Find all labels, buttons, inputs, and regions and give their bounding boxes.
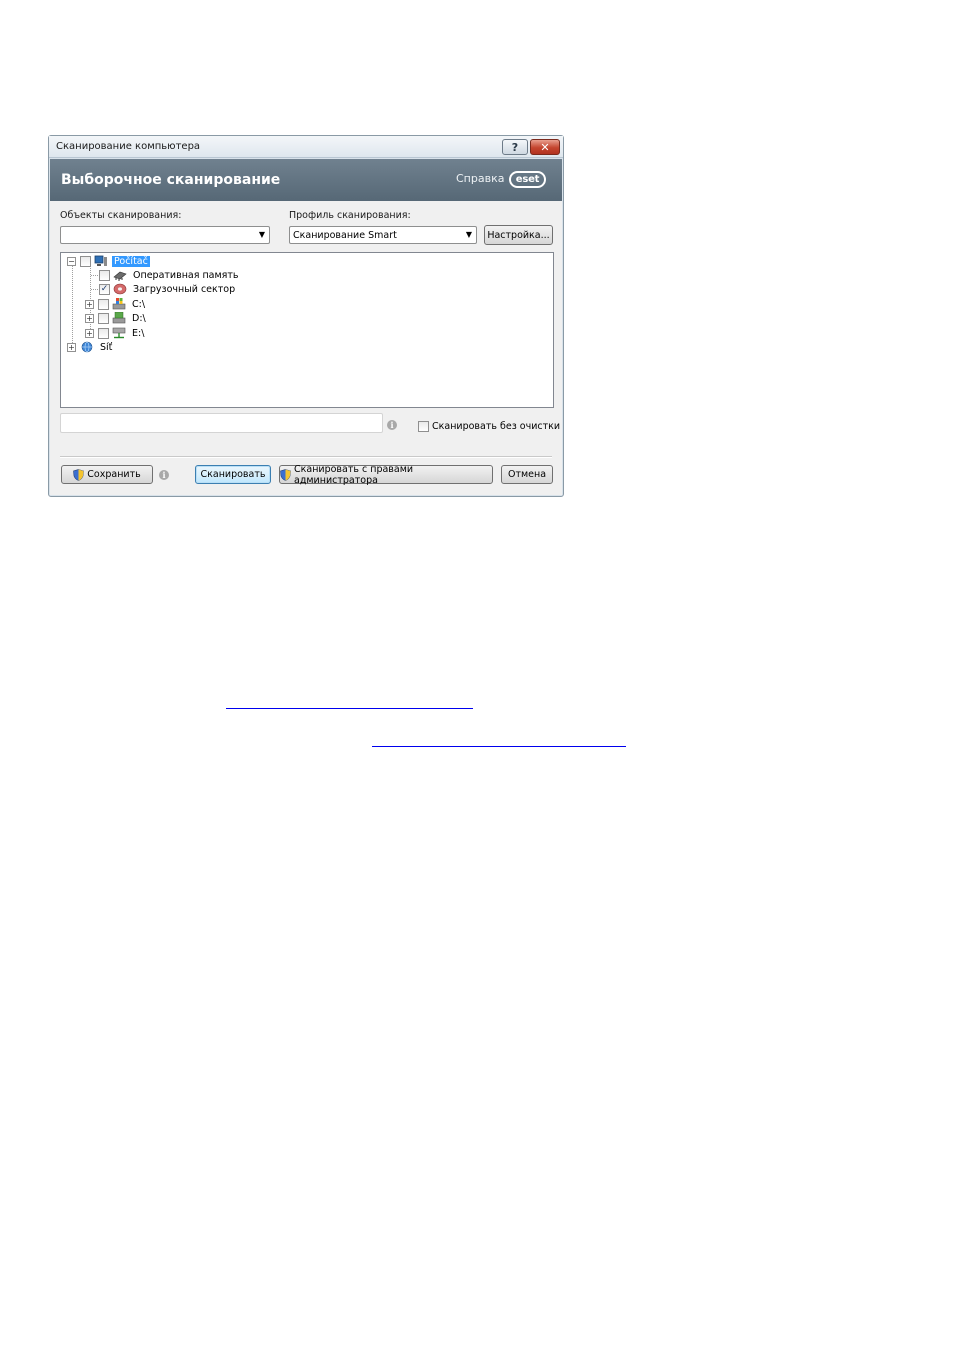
- no-clean-label: Сканировать без очистки: [432, 420, 561, 432]
- cancel-button[interactable]: Отмена: [501, 465, 553, 484]
- tree-item-drive-c[interactable]: + C:\: [85, 297, 147, 311]
- tree-label-drive-c: C:\: [132, 298, 146, 310]
- save-button[interactable]: Сохранить: [61, 465, 153, 484]
- scan-targets-dropdown[interactable]: ▼: [60, 226, 270, 244]
- info-icon[interactable]: i: [387, 420, 397, 430]
- scan-as-admin-button[interactable]: Сканировать с правами администратора: [279, 463, 493, 486]
- window-title: Сканирование компьютера: [56, 141, 201, 152]
- expand-icon[interactable]: +: [85, 313, 94, 323]
- scan-path-input[interactable]: [60, 413, 383, 433]
- collapse-icon[interactable]: −: [67, 256, 76, 266]
- uac-shield-icon: [73, 468, 85, 481]
- no-clean-option[interactable]: Сканировать без очистки: [418, 419, 560, 433]
- info-icon[interactable]: i: [159, 470, 169, 480]
- system-drive-icon: [112, 298, 126, 310]
- help-title-button[interactable]: ?: [502, 139, 528, 155]
- title-bar: Сканирование компьютера ? ✕: [49, 136, 563, 158]
- computer-icon: [94, 255, 108, 267]
- boot-disk-icon: [113, 283, 127, 295]
- expand-icon[interactable]: +: [67, 342, 76, 352]
- expand-icon[interactable]: +: [85, 299, 94, 309]
- tree-item-drive-d[interactable]: + D:\: [85, 311, 148, 325]
- tree-label-drive-e: E:\: [132, 327, 145, 339]
- divider: [60, 456, 552, 458]
- uac-shield-icon: [280, 468, 291, 481]
- network-drive-icon: [112, 327, 126, 339]
- scan-button[interactable]: Сканировать: [195, 465, 271, 484]
- document-link-underline[interactable]: [372, 746, 626, 747]
- tree-label-network: Síť: [100, 341, 113, 353]
- tree-checkbox[interactable]: [98, 298, 109, 310]
- scan-as-admin-label: Сканировать с правами администратора: [294, 463, 414, 486]
- tree-item-memory[interactable]: Оперативная память: [99, 268, 241, 282]
- tree-checkbox[interactable]: [80, 255, 91, 267]
- tree-label-boot-sector: Загрузочный сектор: [133, 283, 236, 295]
- tree-checkbox-checked[interactable]: ✓: [99, 283, 110, 295]
- memory-chip-icon: [113, 269, 127, 281]
- tree-item-network[interactable]: + Síť: [67, 340, 114, 354]
- drive-icon: [112, 311, 126, 324]
- network-icon: [80, 341, 94, 353]
- tree-checkbox[interactable]: [98, 312, 109, 324]
- dropdown-arrow-icon: ▼: [258, 230, 265, 239]
- tree-label-drive-d: D:\: [132, 312, 146, 324]
- tree-item-computer[interactable]: − Počítač: [67, 254, 150, 268]
- expand-icon[interactable]: +: [85, 328, 94, 338]
- scan-targets-label: Объекты сканирования:: [60, 210, 182, 221]
- tree-checkbox[interactable]: [99, 269, 110, 281]
- eset-logo: eset: [509, 171, 546, 188]
- scan-profile-dropdown[interactable]: Сканирование Smart ▼: [289, 226, 477, 244]
- page-title: Выборочное сканирование: [61, 172, 281, 188]
- tree-connector: [72, 265, 73, 347]
- no-clean-checkbox[interactable]: [418, 420, 429, 432]
- scan-dialog-window: Сканирование компьютера ? ✕ Выборочное с…: [48, 135, 564, 497]
- document-link-underline[interactable]: [226, 708, 473, 709]
- scan-profile-label: Профиль сканирования:: [289, 210, 411, 221]
- dropdown-arrow-icon: ▼: [465, 230, 472, 239]
- scan-profile-value: Сканирование Smart: [293, 230, 397, 241]
- scan-targets-tree[interactable]: − Počítač Оперативная память ✓ Загрузочн…: [60, 252, 554, 408]
- help-link[interactable]: Справка: [456, 172, 504, 185]
- setup-button[interactable]: Настройка...: [484, 225, 553, 245]
- dialog-content: Объекты сканирования: ▼ Профиль сканиров…: [50, 201, 562, 495]
- close-button[interactable]: ✕: [530, 139, 560, 155]
- save-button-label: Сохранить: [87, 469, 141, 480]
- tree-label-computer: Počítač: [112, 255, 150, 267]
- tree-checkbox[interactable]: [98, 327, 109, 339]
- tree-item-boot-sector[interactable]: ✓ Загрузочный сектор: [99, 282, 237, 296]
- tree-item-drive-e[interactable]: + E:\: [85, 326, 146, 340]
- dialog-header: Выборочное сканирование Справка eset: [50, 159, 562, 201]
- tree-label-memory: Оперативная память: [133, 269, 239, 281]
